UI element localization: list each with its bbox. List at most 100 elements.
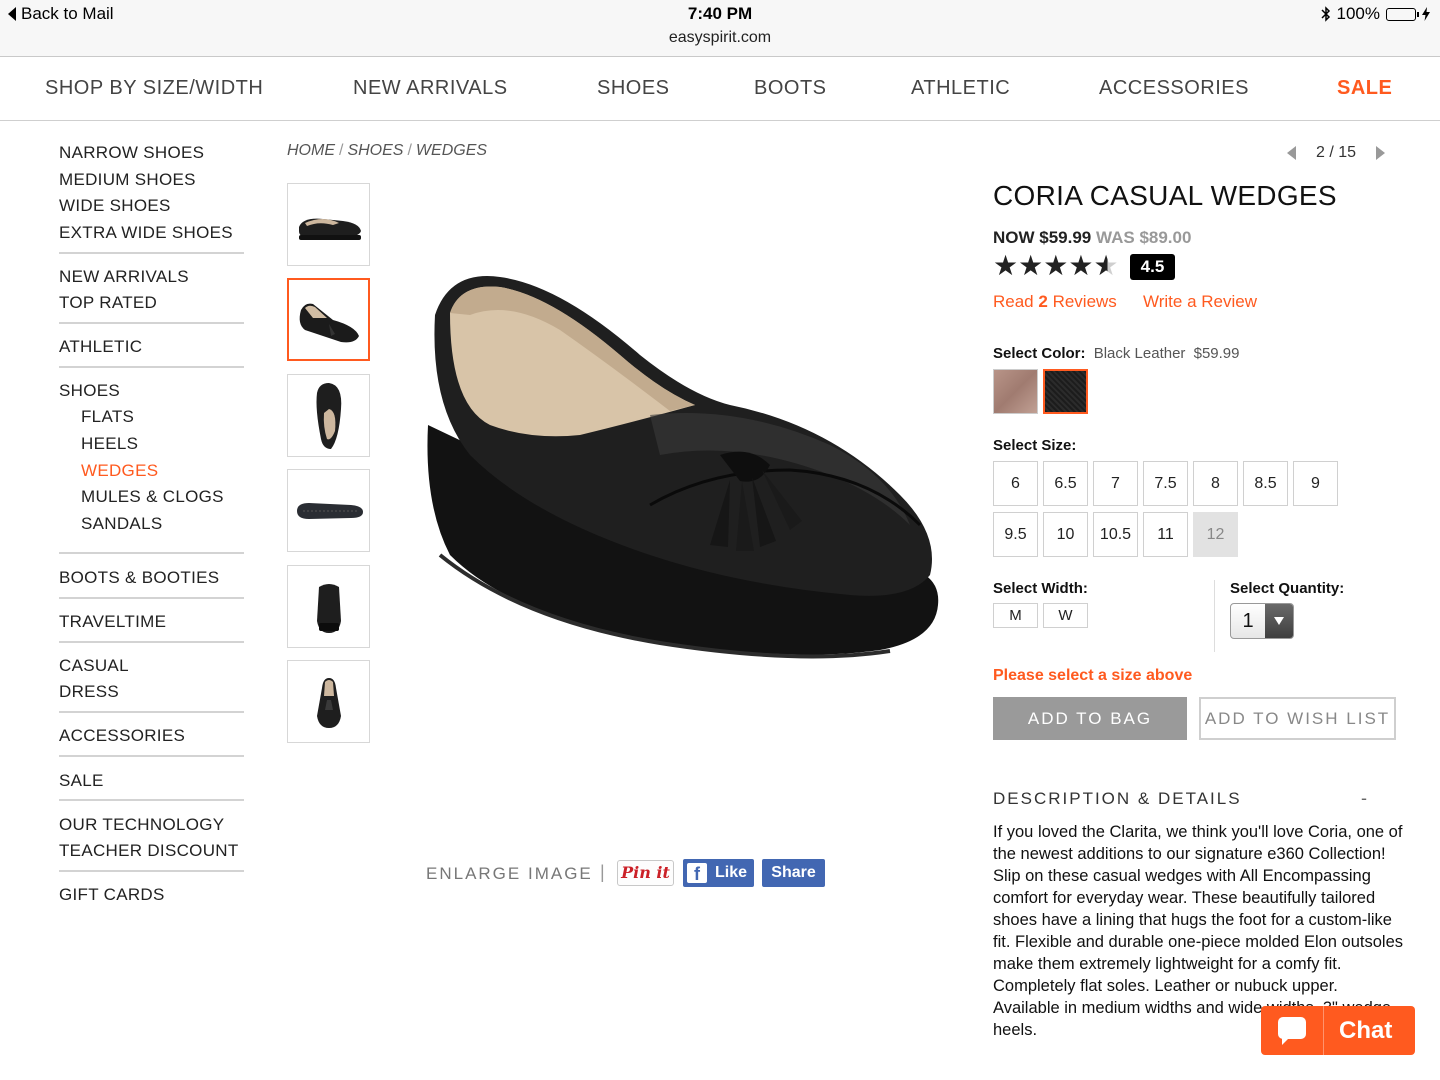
collapse-icon[interactable]: - — [1361, 788, 1367, 809]
thumbnail-angle-view[interactable] — [287, 278, 370, 361]
thumbnail-front-view[interactable] — [287, 660, 370, 743]
breadcrumb-wedges[interactable]: WEDGES — [416, 142, 487, 159]
sidebar-item-our-technology[interactable]: OUR TECHNOLOGY — [59, 815, 224, 835]
thumbnail-back-view[interactable] — [287, 565, 370, 648]
next-product-icon[interactable] — [1376, 146, 1386, 160]
sidebar-item-extra-wide-shoes[interactable]: EXTRA WIDE SHOES — [59, 223, 233, 243]
add-to-bag-button[interactable]: ADD TO BAG — [993, 697, 1187, 740]
size-option[interactable]: 8 — [1193, 461, 1238, 506]
nav-new-arrivals[interactable]: NEW ARRIVALS — [353, 77, 508, 100]
enlarge-divider: | — [600, 862, 605, 882]
sidebar-sub-mules-clogs[interactable]: MULES & CLOGS — [81, 487, 224, 507]
prev-product-icon[interactable] — [1287, 146, 1296, 160]
size-option[interactable]: 11 — [1143, 512, 1188, 557]
sidebar-item-medium-shoes[interactable]: MEDIUM SHOES — [59, 170, 196, 190]
sidebar-item-top-rated[interactable]: TOP RATED — [59, 293, 157, 313]
size-option[interactable]: 8.5 — [1243, 461, 1288, 506]
sidebar-item-boots-booties[interactable]: BOOTS & BOOTIES — [59, 568, 219, 588]
pager-count: 2 / 15 — [1316, 144, 1357, 161]
size-option[interactable]: 7.5 — [1143, 461, 1188, 506]
selected-color-name: Black Leather — [1093, 345, 1186, 362]
nav-sale[interactable]: SALE — [1337, 77, 1392, 100]
battery-percent: 100% — [1336, 4, 1380, 23]
bluetooth-icon — [1320, 6, 1330, 22]
main-product-image[interactable] — [410, 255, 950, 675]
quantity-select[interactable]: 1 — [1230, 603, 1294, 639]
sidebar-sub-heels[interactable]: HEELS — [81, 434, 138, 454]
thumbnail-sole-view[interactable] — [287, 469, 370, 552]
sidebar-sub-flats[interactable]: FLATS — [81, 407, 134, 427]
sidebar-divider — [59, 597, 244, 599]
size-option[interactable]: 6 — [993, 461, 1038, 506]
selected-color-price: $59.99 — [1193, 345, 1240, 362]
size-option[interactable]: 6.5 — [1043, 461, 1088, 506]
sidebar-divider — [59, 322, 244, 324]
battery-icon — [1386, 7, 1419, 21]
rating-badge: 4.5 — [1130, 254, 1175, 280]
size-option[interactable]: 7 — [1093, 461, 1138, 506]
sidebar-item-narrow-shoes[interactable]: NARROW SHOES — [59, 143, 204, 163]
star-icon: ★ — [1043, 249, 1069, 282]
sidebar-divider — [59, 252, 244, 254]
size-option-unavailable: 12 — [1193, 512, 1238, 557]
product-title: CORIA CASUAL WEDGES — [993, 180, 1337, 211]
sidebar-item-sale[interactable]: SALE — [59, 771, 104, 791]
like-label: Like — [715, 864, 748, 881]
size-option[interactable]: 9 — [1293, 461, 1338, 506]
color-swatch-taupe[interactable] — [993, 369, 1038, 414]
add-to-wish-list-button[interactable]: ADD TO WISH LIST — [1199, 697, 1396, 740]
star-icon: ★ — [993, 249, 1019, 282]
sidebar-divider — [59, 755, 244, 757]
size-option[interactable]: 10 — [1043, 512, 1088, 557]
half-star-icon: ★ — [1093, 249, 1119, 282]
pinterest-pin-button[interactable]: Pin it — [617, 860, 674, 886]
url-display[interactable]: easyspirit.com — [0, 29, 1440, 47]
review-count: 2 — [1038, 292, 1048, 311]
select-color-label: Select Color: Black Leather $59.99 — [993, 345, 1240, 362]
read-reviews-link[interactable]: Read 2 Reviews — [993, 292, 1117, 312]
clock: 7:40 PM — [687, 4, 753, 23]
shoe-front-thumbnail — [316, 677, 341, 728]
sidebar-divider — [59, 799, 244, 801]
sidebar-item-teacher-discount[interactable]: TEACHER DISCOUNT — [59, 841, 239, 861]
sidebar-divider — [59, 366, 244, 368]
nav-shoes[interactable]: SHOES — [597, 77, 670, 100]
description-title[interactable]: DESCRIPTION & DETAILS — [993, 789, 1242, 809]
facebook-like-button[interactable]: f Like — [683, 859, 754, 887]
color-swatch-black[interactable] — [1043, 369, 1088, 414]
enlarge-image-link[interactable]: ENLARGE IMAGE — [426, 864, 593, 884]
thumbnail-side-view[interactable] — [287, 183, 370, 266]
write-review-link[interactable]: Write a Review — [1143, 292, 1257, 312]
breadcrumb-home[interactable]: HOME — [287, 142, 335, 159]
price-was: WAS $89.00 — [1096, 228, 1192, 247]
sidebar-item-athletic[interactable]: ATHLETIC — [59, 337, 142, 357]
sidebar-divider — [59, 552, 244, 554]
shoe-main-image — [427, 276, 939, 659]
shoe-side-thumbnail — [298, 218, 361, 240]
size-option[interactable]: 9.5 — [993, 512, 1038, 557]
nav-athletic[interactable]: ATHLETIC — [911, 77, 1010, 100]
sidebar-item-new-arrivals[interactable]: NEW ARRIVALS — [59, 267, 189, 287]
sidebar-item-gift-cards[interactable]: GIFT CARDS — [59, 885, 165, 905]
breadcrumb-shoes[interactable]: SHOES — [347, 142, 403, 159]
sidebar-sub-wedges[interactable]: WEDGES — [81, 461, 158, 481]
sidebar-item-traveltime[interactable]: TRAVELTIME — [59, 612, 166, 632]
sidebar-item-dress[interactable]: DRESS — [59, 682, 119, 702]
select-size-label: Select Size: — [993, 437, 1077, 454]
sidebar-sub-sandals[interactable]: SANDALS — [81, 514, 162, 534]
sidebar-item-shoes[interactable]: SHOES — [59, 381, 120, 401]
size-warning: Please select a size above — [993, 667, 1193, 684]
thumbnail-top-view[interactable] — [287, 374, 370, 457]
nav-boots[interactable]: BOOTS — [754, 77, 827, 100]
width-option-w[interactable]: W — [1043, 603, 1088, 628]
star-rating[interactable]: ★ ★ ★ ★ ★ — [993, 252, 1119, 280]
sidebar-item-wide-shoes[interactable]: WIDE SHOES — [59, 196, 171, 216]
size-option[interactable]: 10.5 — [1093, 512, 1138, 557]
chat-button[interactable]: Chat — [1261, 1006, 1415, 1055]
sidebar-item-accessories[interactable]: ACCESSORIES — [59, 726, 185, 746]
nav-shop-by-size[interactable]: SHOP BY SIZE/WIDTH — [45, 77, 263, 100]
nav-accessories[interactable]: ACCESSORIES — [1099, 77, 1249, 100]
facebook-share-button[interactable]: Share — [762, 859, 825, 887]
sidebar-item-casual[interactable]: CASUAL — [59, 656, 129, 676]
width-option-m[interactable]: M — [993, 603, 1038, 628]
